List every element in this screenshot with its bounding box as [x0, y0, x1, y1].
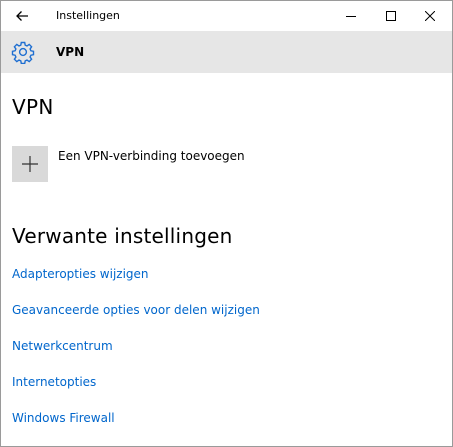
back-button[interactable]	[7, 4, 37, 28]
add-vpn-connection-button[interactable]: Een VPN-verbinding toevoegen	[12, 146, 245, 183]
link-windows-firewall[interactable]: Windows Firewall	[12, 410, 260, 446]
related-settings-list: Adapteropties wijzigen Geavanceerde opti…	[12, 266, 260, 446]
close-button[interactable]	[407, 1, 452, 31]
page-title: VPN	[12, 95, 54, 119]
settings-window: Instellingen VPN VPN Een VPN-verbinding …	[0, 0, 453, 447]
related-settings-heading: Verwante instellingen	[12, 224, 233, 248]
title-bar: Instellingen	[1, 1, 452, 31]
back-arrow-icon	[16, 11, 28, 21]
plus-icon	[22, 156, 38, 172]
header-title: VPN	[56, 45, 85, 59]
link-network-center[interactable]: Netwerkcentrum	[12, 338, 260, 374]
add-vpn-connection-label: Een VPN-verbinding toevoegen	[58, 149, 245, 163]
window-title: Instellingen	[56, 9, 120, 22]
close-icon	[424, 11, 435, 21]
link-adapter-options[interactable]: Adapteropties wijzigen	[12, 266, 260, 302]
maximize-icon	[385, 11, 396, 21]
link-internet-options[interactable]: Internetopties	[12, 374, 260, 410]
minimize-button[interactable]	[328, 1, 373, 31]
page-header: VPN	[1, 31, 452, 73]
minimize-icon	[345, 16, 356, 17]
gear-icon	[11, 41, 35, 64]
link-advanced-sharing[interactable]: Geavanceerde opties voor delen wijzigen	[12, 302, 260, 338]
add-tile	[12, 146, 48, 182]
